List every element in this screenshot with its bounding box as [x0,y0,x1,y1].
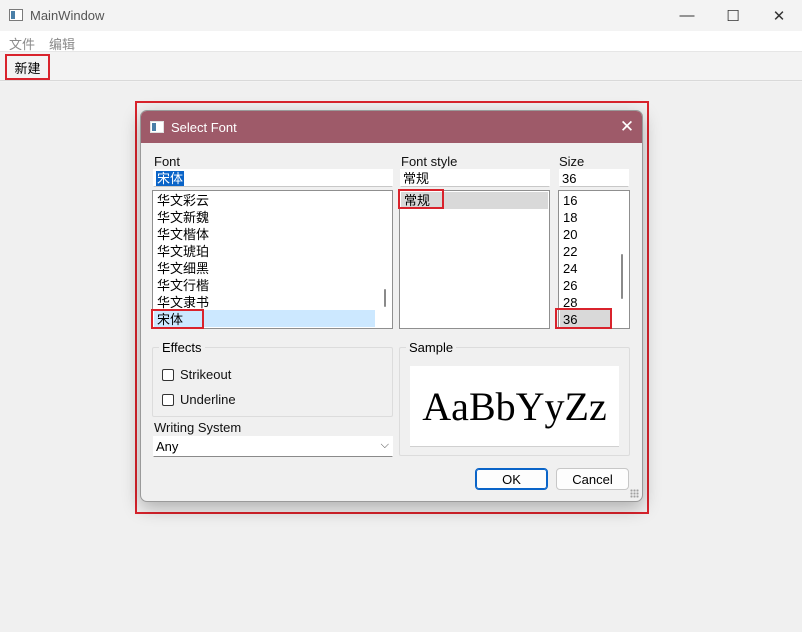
chevron-down-icon: ⌵ [380,439,389,451]
size-list-item[interactable]: 18 [563,209,577,226]
size-list-item[interactable]: 22 [563,243,577,260]
strikeout-label[interactable]: Strikeout [180,367,231,382]
select-font-dialog: Select Font ✕ Font 宋体 华文彩云 华文新魏 华文楷体 华文琥… [140,110,643,502]
underline-label[interactable]: Underline [180,392,236,407]
font-list-item[interactable]: 华文行楷 [157,277,209,294]
font-style-label: Font style [401,154,458,169]
cancel-button[interactable]: Cancel [556,468,629,490]
font-list-item[interactable]: 华文楷体 [157,226,209,243]
resize-grip-icon[interactable] [630,489,639,498]
dialog-icon [150,121,164,133]
sample-preview: AaBbYyZz [410,366,619,447]
font-list-item[interactable]: 华文细黑 [157,260,209,277]
close-button[interactable]: ✕ [756,0,802,31]
size-list-scrollbar[interactable] [621,254,623,299]
font-label: Font [154,154,181,169]
font-list-item[interactable]: 华文隶书 [157,294,209,311]
dialog-title: Select Font [171,120,237,135]
font-list-item[interactable]: 华文彩云 [157,192,209,209]
size-input-value: 36 [562,171,577,186]
font-style-list[interactable]: 常规 [399,190,550,329]
dialog-close-icon[interactable]: ✕ [610,111,642,143]
size-list-item[interactable]: 20 [563,226,577,243]
writing-system-label: Writing System [154,420,242,435]
size-label: Size [559,154,585,169]
size-list-item[interactable]: 24 [563,260,577,277]
effects-title: Effects [159,340,205,355]
font-list-selection [154,310,375,327]
dialog-title-bar: Select Font ✕ [141,111,642,143]
underline-checkbox[interactable] [162,394,174,406]
window-title: MainWindow [30,8,105,23]
size-list-item[interactable]: 16 [563,192,577,209]
font-list[interactable]: 华文彩云 华文新魏 华文楷体 华文琥珀 华文细黑 华文行楷 华文隶书 宋体 [152,190,393,329]
font-input-value: 宋体 [156,171,185,186]
font-list-item[interactable]: 华文新魏 [157,209,209,226]
font-style-input-value: 常规 [403,171,430,186]
size-list-item-selected[interactable]: 36 [563,311,577,328]
app-icon [9,9,23,21]
size-list-item[interactable]: 28 [563,294,577,311]
font-list-item-selected[interactable]: 宋体 [157,311,183,328]
size-list-item[interactable]: 26 [563,277,577,294]
minimize-button[interactable]: — [664,0,710,31]
font-input[interactable]: 宋体 [153,169,393,187]
strikeout-checkbox[interactable] [162,369,174,381]
new-button[interactable]: 新建 [5,54,50,80]
toolbar: 新建 [0,51,802,81]
ok-button[interactable]: OK [475,468,548,490]
maximize-button[interactable]: ☐ [710,0,756,31]
font-list-scrollbar[interactable] [384,289,386,307]
size-input[interactable]: 36 [559,169,629,187]
font-list-item[interactable]: 华文琥珀 [157,243,209,260]
title-bar: MainWindow — ☐ ✕ [0,0,802,31]
writing-system-select[interactable]: Any ⌵ [153,436,393,457]
font-style-input[interactable]: 常规 [400,169,550,187]
font-style-list-item-selected[interactable]: 常规 [404,192,430,209]
size-list[interactable]: 16 18 20 22 24 26 28 36 [558,190,630,329]
sample-title: Sample [406,340,457,355]
writing-system-value: Any [156,439,179,454]
menu-bar: 文件 编辑 [0,31,802,52]
